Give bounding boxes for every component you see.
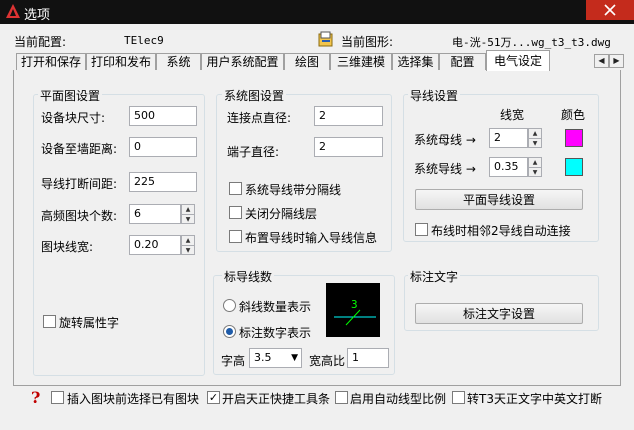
- tab-3d-modeling[interactable]: 三维建模: [330, 53, 392, 70]
- block-size-input[interactable]: 500: [129, 106, 197, 126]
- current-config-value: TElec9: [124, 34, 164, 47]
- system-settings-title: 系统图设置: [222, 87, 287, 104]
- tab-user-prefs[interactable]: 用户系统配置: [201, 53, 284, 70]
- hf-count-label: 高频图块个数:: [41, 209, 118, 223]
- text-height-label: 字高: [221, 354, 246, 368]
- help-icon[interactable]: ?: [28, 388, 44, 407]
- terminal-diameter-label: 端子直径:: [227, 145, 280, 159]
- auto-connect-checkbox[interactable]: [415, 223, 428, 236]
- annotation-text-title: 标注文字: [408, 268, 461, 285]
- bus-width-stepper[interactable]: ▲ ▼: [528, 128, 542, 148]
- insert-select-block-label: 插入图块前选择已有图块: [67, 392, 200, 406]
- wire-label: 系统导线 →: [414, 162, 476, 176]
- terminal-diameter-input[interactable]: 2: [314, 137, 383, 157]
- slash-count-label: 斜线数量表示: [239, 300, 312, 314]
- tab-plot-publish[interactable]: 打印和发布: [86, 53, 156, 70]
- tab-system[interactable]: 系统: [156, 53, 201, 70]
- node-diameter-input[interactable]: 2: [314, 106, 383, 126]
- bus-width-input[interactable]: 2: [489, 128, 528, 148]
- block-size-label: 设备块尺寸:: [41, 111, 106, 125]
- text-height-value: 3.5: [254, 351, 272, 364]
- bus-label: 系统母线 →: [414, 133, 476, 147]
- annotation-text-settings-button[interactable]: 标注文字设置: [415, 303, 583, 324]
- wire-width-stepper[interactable]: ▲ ▼: [528, 157, 542, 177]
- tab-profiles[interactable]: 配置: [439, 53, 486, 70]
- close-separator-layer-checkbox[interactable]: [229, 206, 242, 219]
- app-icon: [5, 3, 21, 19]
- tab-selection[interactable]: 选择集: [392, 53, 439, 70]
- width-column-header: 线宽: [500, 108, 525, 122]
- auto-linetype-scale-label: 启用自动线型比例: [350, 392, 447, 406]
- node-diameter-label: 连接点直径:: [227, 111, 292, 125]
- wire-count-preview: 3: [326, 283, 380, 337]
- wire-count-title: 标导线数: [222, 268, 275, 285]
- separator-line-checkbox[interactable]: [229, 182, 242, 195]
- input-wire-info-label: 布置导线时输入导线信息: [245, 231, 378, 245]
- bus-color-swatch[interactable]: [565, 129, 583, 147]
- ratio-input[interactable]: 1: [347, 348, 389, 368]
- tab-open-save[interactable]: 打开和保存: [16, 53, 86, 70]
- plan-settings-title: 平面图设置: [38, 87, 103, 104]
- auto-connect-label: 布线时相邻2导线自动连接: [431, 224, 571, 238]
- slash-count-radio[interactable]: [223, 299, 236, 312]
- quick-toolbar-checkbox[interactable]: ✓: [207, 391, 220, 404]
- auto-linetype-scale-checkbox[interactable]: [335, 391, 348, 404]
- tab-drafting[interactable]: 绘图: [284, 53, 330, 70]
- wall-distance-input[interactable]: 0: [129, 137, 197, 157]
- drawing-icon: [318, 31, 334, 47]
- t3-text-split-label: 转T3天正文字中英文打断: [467, 392, 602, 406]
- wire-width-input[interactable]: 0.35: [489, 157, 528, 177]
- ratio-label: 宽高比: [309, 354, 346, 368]
- plan-wire-settings-button[interactable]: 平面导线设置: [415, 189, 583, 210]
- preview-number: 3: [351, 298, 358, 311]
- tab-electrical[interactable]: 电气设定: [486, 50, 550, 71]
- tab-scroll-right-icon[interactable]: ▶: [609, 54, 624, 68]
- rotate-attr-label: 旋转属性字: [59, 316, 120, 330]
- t3-text-split-checkbox[interactable]: [452, 391, 465, 404]
- input-wire-info-checkbox[interactable]: [229, 230, 242, 243]
- close-separator-layer-label: 关闭分隔线层: [245, 207, 318, 221]
- wire-settings-title: 导线设置: [408, 87, 461, 104]
- text-height-select[interactable]: 3.5 ▼: [249, 348, 302, 368]
- hf-count-input[interactable]: 6: [129, 204, 181, 224]
- wall-distance-label: 设备至墙距离:: [41, 142, 118, 156]
- current-drawing-label: 当前图形:: [341, 35, 394, 49]
- line-width-label: 图块线宽:: [41, 240, 94, 254]
- current-drawing-value: 电-洸-51万...wg_t3_t3.dwg: [452, 36, 611, 49]
- insert-select-block-checkbox[interactable]: [51, 391, 64, 404]
- wire-gap-label: 导线打断间距:: [41, 177, 118, 191]
- line-width-stepper[interactable]: ▲ ▼: [181, 235, 195, 255]
- svg-text:?: ?: [31, 388, 40, 406]
- window-title: 选项: [24, 8, 51, 23]
- color-column-header: 颜色: [561, 108, 586, 122]
- tab-scroll-left-icon[interactable]: ◀: [594, 54, 609, 68]
- rotate-attr-checkbox[interactable]: [43, 315, 56, 328]
- wire-gap-input[interactable]: 225: [129, 172, 197, 192]
- line-width-input[interactable]: 0.20: [129, 235, 181, 255]
- chevron-down-icon: ▼: [291, 353, 298, 363]
- hf-count-stepper[interactable]: ▲ ▼: [181, 204, 195, 224]
- number-label-label: 标注数字表示: [239, 326, 312, 340]
- separator-line-label: 系统导线带分隔线: [245, 183, 342, 197]
- number-label-radio[interactable]: [223, 325, 236, 338]
- close-button[interactable]: [586, 0, 634, 20]
- current-config-label: 当前配置:: [14, 35, 67, 49]
- title-bar: 选项: [0, 0, 634, 24]
- quick-toolbar-label: 开启天正快捷工具条: [222, 392, 331, 406]
- wire-color-swatch[interactable]: [565, 158, 583, 176]
